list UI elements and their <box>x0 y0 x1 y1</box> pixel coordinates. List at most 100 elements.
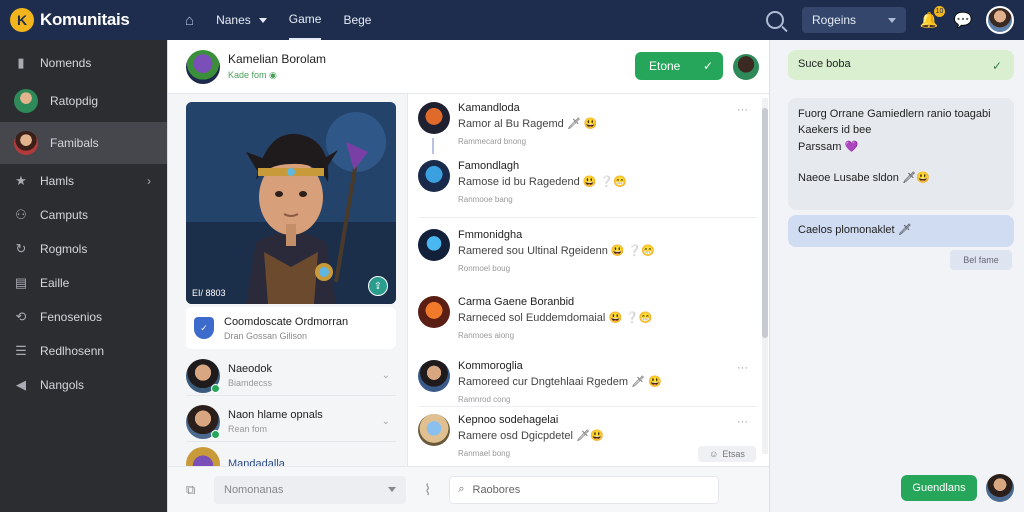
divider <box>418 406 758 407</box>
contact-item[interactable]: Naeodok Biamdecss ⌄ <box>186 356 396 396</box>
nav-item-game[interactable]: Game <box>288 0 322 40</box>
sidebar-item-eaille[interactable]: ▤ Eaille <box>0 266 167 300</box>
home-icon[interactable]: ⌂ <box>185 12 194 29</box>
app-logo[interactable]: K Komunitais <box>0 8 167 32</box>
hero-caption: EI/ 8803 <box>192 288 226 298</box>
bubble-text: Suce boba <box>798 58 851 70</box>
bubble-text: Fuorg Orrane Gamiedlern ranio toagabi <box>798 108 991 120</box>
message-author: Kepnoo sodehagelai <box>458 414 559 426</box>
message-search-input[interactable]: ⌕ Raobores <box>449 475 720 504</box>
message-author: Kommoroglia <box>458 360 523 372</box>
status-button-label: Etone <box>649 59 681 73</box>
message-time: Ronmoel boug <box>458 264 511 273</box>
message-body: Famondlagh Ramose id bu Ragedend 😃 ❔😁 Ra… <box>458 160 627 204</box>
message-body: Kepnoo sodehagelai Ramere osd Dgicpdetel… <box>458 414 604 458</box>
sidebar-item-rogmols[interactable]: ↻ Rogmols <box>0 232 167 266</box>
message-item[interactable]: Carma Gaene Boranbid Rarneced sol Euddem… <box>418 296 748 340</box>
sidebar-item-camputs[interactable]: ⚇ Camputs <box>0 198 167 232</box>
check-icon: ✓ <box>702 59 713 73</box>
more-icon[interactable]: ··· <box>737 362 748 374</box>
message-item[interactable]: Fmmonidgha Ramered sou Ultinal Rgeidenn … <box>418 229 748 273</box>
sidebar-item-label: Nangols <box>40 378 85 392</box>
top-nav: ⌂ Nanes Game Bege <box>167 0 371 40</box>
sidebar-item-label: Camputs <box>40 208 89 222</box>
chat-subtitle: Kade fom ◉ <box>228 70 326 81</box>
message-item[interactable]: Kommoroglia Ramoreed cur Dngtehlaai Rged… <box>418 360 748 404</box>
avatar <box>418 360 450 392</box>
search-icon[interactable] <box>766 11 784 29</box>
reaction-icon: ☺ <box>709 449 719 459</box>
nav-item-nanes[interactable]: Nanes <box>216 0 267 40</box>
sidebar-item-nomends[interactable]: ▮ Nomends <box>0 46 167 80</box>
message-text: Ramere osd Dgicpdetel 🗡😃 <box>458 429 604 442</box>
sidebar-item-ratopdig[interactable]: Ratopdig <box>0 80 167 122</box>
chevron-down-icon <box>258 17 267 23</box>
scrollbar[interactable] <box>762 98 768 454</box>
chat-bubbles-icon[interactable]: 💬 <box>952 9 974 31</box>
member-avatar[interactable] <box>733 54 759 80</box>
online-indicator <box>211 383 220 393</box>
message-bubble[interactable]: Fuorg Orrane Gamiedlern ranio toagabi Ka… <box>788 98 1014 210</box>
hero-image-card[interactable]: EI/ 8803 ⇪ <box>186 102 396 304</box>
sidebar-item-nangols[interactable]: ◀ Nangols <box>0 368 167 402</box>
info-subtitle: Dran Gossan Gilison <box>224 330 308 341</box>
message-text: Ramered sou Ultinal Rgeidenn 😃 ❔😁 <box>458 244 655 257</box>
list-icon: ☰ <box>15 343 27 358</box>
logo-icon: K <box>10 8 34 32</box>
emoji: 🗡 <box>897 224 912 236</box>
heart-icon: 💜 <box>844 141 859 153</box>
top-bar: K Komunitais ⌂ Nanes Game Bege Rogeins 🔔… <box>0 0 1024 40</box>
top-right-tools: Rogeins 🔔 10 💬 <box>766 0 1024 40</box>
message-text-content: Rarneced sol Euddemdomaial <box>458 312 606 324</box>
message-emoji: 😃 ❔😁 <box>610 245 656 257</box>
avatar <box>14 89 38 113</box>
contact-name: Naeodok <box>228 363 273 375</box>
share-icon[interactable]: ⇪ <box>368 276 388 296</box>
status-button[interactable]: Etone ✓ <box>635 52 723 80</box>
channel-select[interactable]: Nomonanas <box>214 475 406 504</box>
paperclip-icon[interactable]: ⌇ <box>424 481 431 499</box>
contact-item[interactable]: Naon hlame opnals Rean fom ⌄ <box>186 402 396 442</box>
group-avatar[interactable] <box>186 49 220 84</box>
message-body: Fmmonidgha Ramered sou Ultinal Rgeidenn … <box>458 229 655 273</box>
notification-bell-icon[interactable]: 🔔 10 <box>918 6 945 31</box>
message-author: Famondlagh <box>458 160 520 172</box>
sidebar-item-fenosenios[interactable]: ⟲ Fenosenios <box>0 300 167 334</box>
message-time: Ranmoes aiong <box>458 331 515 340</box>
more-icon[interactable]: ··· <box>737 104 748 116</box>
star-icon: ★ <box>15 173 27 188</box>
sidebar-item-hamls[interactable]: ★ Hamls › <box>0 164 167 198</box>
people-icon: ⚇ <box>15 207 27 222</box>
sidebar-item-famibals[interactable]: Famibals <box>0 122 167 164</box>
message-text-content: Ramered sou Ultinal Rgeidenn <box>458 245 608 257</box>
bubble-text: Naeoe Lusabe sldon <box>798 172 899 184</box>
message-text: Ramoreed cur Dngtehlaai Rgedem 🗡 😃 <box>458 375 662 388</box>
message-time: Ranmael bong <box>458 449 511 458</box>
scrollbar-thumb[interactable] <box>762 108 768 338</box>
nav-item-bege[interactable]: Bege <box>343 0 371 40</box>
message-bubble[interactable]: Suce boba ✓ <box>788 50 1014 80</box>
sidebar-item-label: Fenosenios <box>40 310 103 324</box>
message-list: Kamandloda Ramor al Bu Ragemd 🗡 😃 Rammec… <box>408 94 770 466</box>
send-button[interactable]: Guendlans <box>901 475 977 501</box>
contact-name: Naon hlame opnals <box>228 409 323 421</box>
reaction-chip[interactable]: ☺ Etsas <box>698 446 756 462</box>
more-icon[interactable]: ··· <box>737 416 748 428</box>
info-card[interactable]: ✓ Coomdoscate Ordmorran Dran Gossan Gili… <box>186 307 396 349</box>
message-text: Ramose id bu Ragedend 😃 ❔😁 <box>458 175 627 188</box>
user-avatar[interactable] <box>986 474 1014 502</box>
message-text-content: Ramose id bu Ragedend <box>458 176 580 188</box>
sidebar-item-redlhosenn[interactable]: ☰ Redlhosenn <box>0 334 167 368</box>
attachment-box-icon[interactable]: ⧉ <box>186 482 202 498</box>
region-select[interactable]: Rogeins <box>802 7 906 33</box>
message-item[interactable]: Famondlagh Ramose id bu Ragedend 😃 ❔😁 Ra… <box>418 160 748 204</box>
shield-icon: ✓ <box>194 317 214 339</box>
user-avatar[interactable] <box>986 6 1014 34</box>
main-panel: Kamelian Borolam Kade fom ◉ Etone ✓ EI/ … <box>167 40 770 512</box>
chat-subtitle-text: Kade fom <box>228 70 267 80</box>
message-item[interactable]: Kamandloda Ramor al Bu Ragemd 🗡 😃 Rammec… <box>418 102 748 146</box>
message-emoji: 🗡 😃 <box>566 118 598 130</box>
message-bubble[interactable]: Caelos plomonaklet 🗡 <box>788 215 1014 247</box>
avatar <box>418 414 450 446</box>
bubble-text-row: Parssam 💜 <box>798 140 1004 153</box>
